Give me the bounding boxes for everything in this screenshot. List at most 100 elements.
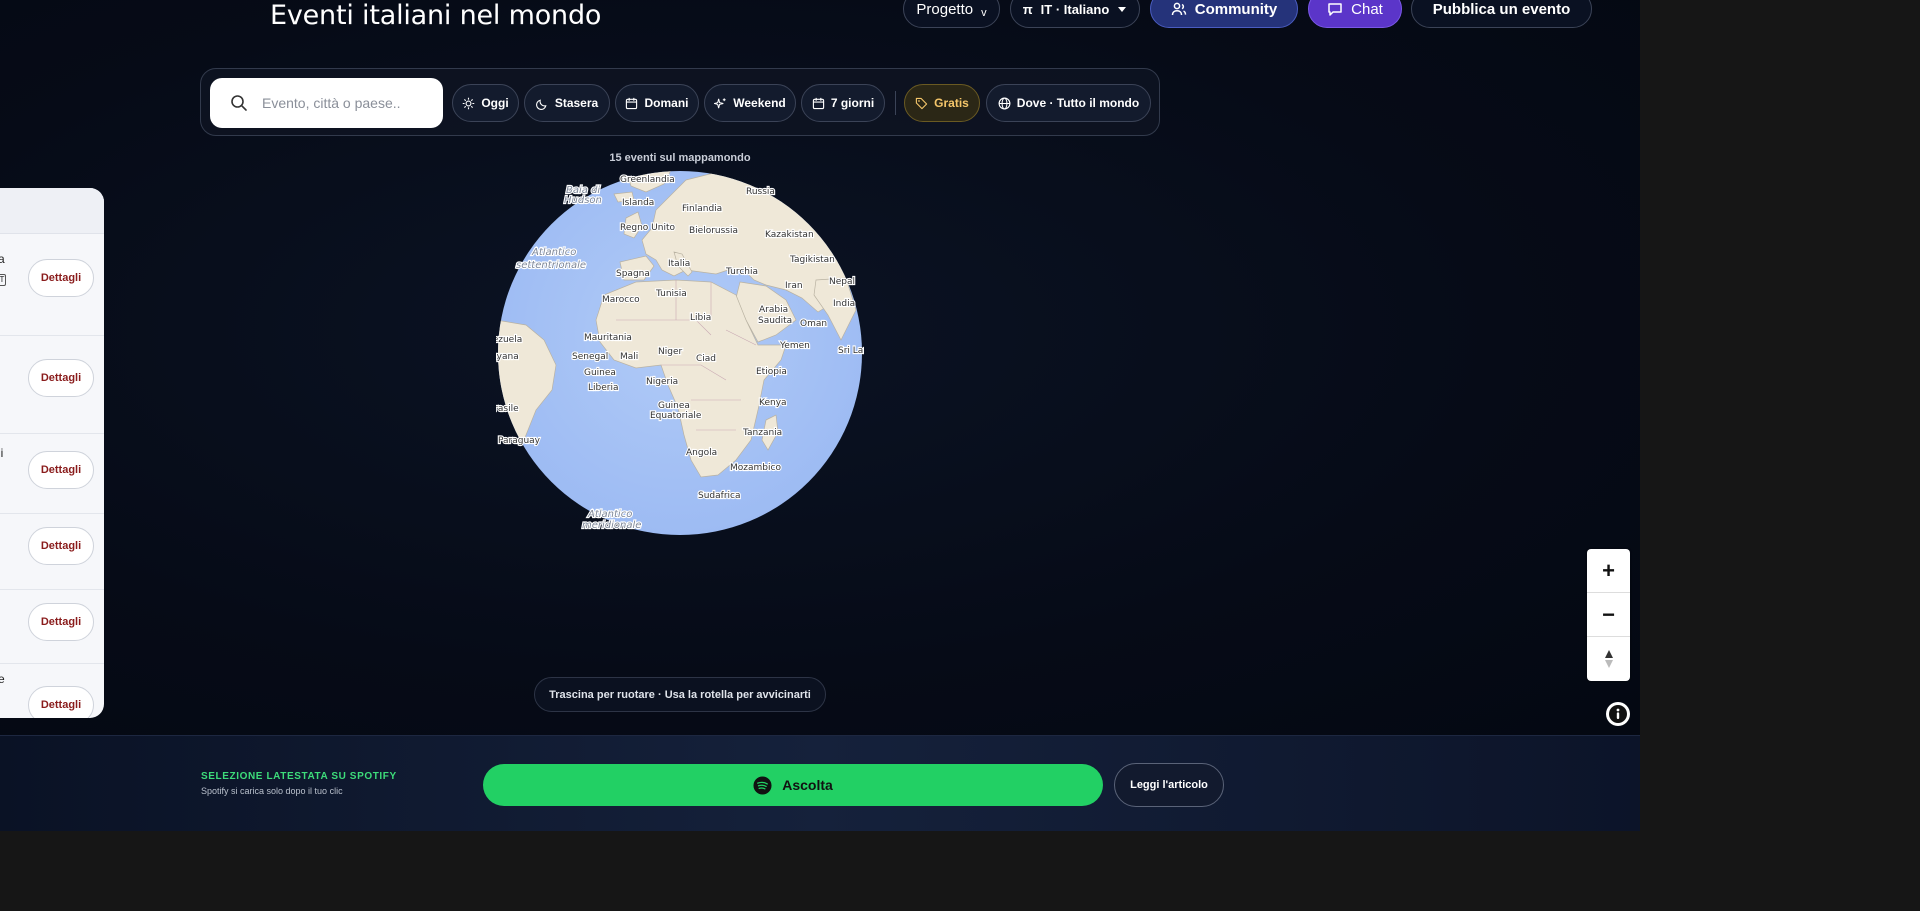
progetto-menu-button[interactable]: Progetto v xyxy=(903,0,1000,28)
svg-text:Niger: Niger xyxy=(658,347,682,357)
chip-stasera[interactable]: Stasera xyxy=(524,84,610,122)
progetto-label: Progetto xyxy=(916,0,974,18)
svg-text:Senegal: Senegal xyxy=(572,352,608,362)
map-stage[interactable]: Eventi italiani nel mondo Progetto v π I… xyxy=(0,0,1640,735)
event-row[interactable]: Dettagli xyxy=(0,514,104,590)
zoom-out-button[interactable]: − xyxy=(1587,593,1630,637)
svg-text:Regno Unito: Regno Unito xyxy=(620,223,675,233)
publish-event-button[interactable]: Pubblica un evento xyxy=(1411,0,1592,28)
event-row[interactable]: e Dettagli xyxy=(0,664,104,718)
search-input[interactable] xyxy=(262,91,432,115)
svg-text:Greenlandia: Greenlandia xyxy=(620,175,675,185)
svg-text:Brasile: Brasile xyxy=(496,404,519,414)
chip-domani[interactable]: Domani xyxy=(615,84,699,122)
zoom-controls: + − xyxy=(1587,549,1630,681)
svg-text:Mali: Mali xyxy=(620,352,638,362)
svg-text:Etiopia: Etiopia xyxy=(756,367,787,377)
svg-text:Saudita: Saudita xyxy=(758,316,792,326)
svg-text:Guinea: Guinea xyxy=(584,368,616,378)
chip-oggi[interactable]: Oggi xyxy=(452,84,519,122)
listen-button[interactable]: Ascolta xyxy=(483,764,1103,806)
svg-text:Ciad: Ciad xyxy=(696,354,716,364)
svg-text:Russia: Russia xyxy=(746,187,775,197)
details-button[interactable]: Dettagli xyxy=(28,359,94,397)
svg-text:Liberia: Liberia xyxy=(588,383,618,393)
globe-map[interactable]: Greenlandia Baia di Hudson Islanda Russi… xyxy=(496,170,864,536)
chip-dove[interactable]: Dove · Tutto il mondo xyxy=(986,84,1151,122)
svg-text:Mauritania: Mauritania xyxy=(584,333,632,343)
svg-text:Turchia: Turchia xyxy=(725,267,758,277)
svg-text:Nepal: Nepal xyxy=(829,277,855,287)
svg-text:meridionale: meridionale xyxy=(582,520,641,531)
svg-text:Iran: Iran xyxy=(785,281,803,291)
compass-icon xyxy=(1604,650,1613,668)
svg-text:Kenya: Kenya xyxy=(759,398,787,408)
chat-label: Chat xyxy=(1351,0,1383,18)
chip-7-giorni-label: 7 giorni xyxy=(830,96,875,110)
svg-text:Guinea: Guinea xyxy=(658,401,690,411)
calendar-icon xyxy=(812,97,824,109)
events-side-panel: a T Dettagli l Dettagli li Dettagli Dett… xyxy=(0,188,104,718)
details-button[interactable]: Dettagli xyxy=(28,603,94,641)
chip-stasera-label: Stasera xyxy=(554,96,599,110)
chip-domani-label: Domani xyxy=(644,96,689,110)
svg-text:Sudafrica: Sudafrica xyxy=(698,491,740,501)
details-button[interactable]: Dettagli xyxy=(28,686,94,718)
calendar-icon xyxy=(626,97,638,109)
chip-gratis-label: Gratis xyxy=(934,96,969,110)
info-button[interactable] xyxy=(1606,702,1630,726)
svg-text:Atlantico: Atlantico xyxy=(587,509,632,520)
listen-label: Ascolta xyxy=(782,777,833,793)
chevron-down-icon: v xyxy=(981,7,987,19)
community-button[interactable]: Community xyxy=(1150,0,1298,28)
zoom-in-button[interactable]: + xyxy=(1587,549,1630,593)
event-row-fragment: a xyxy=(0,252,5,266)
event-row[interactable]: a T Dettagli xyxy=(0,234,104,336)
event-row[interactable]: Dettagli xyxy=(0,590,104,664)
details-button[interactable]: Dettagli xyxy=(28,527,94,565)
compass-button[interactable] xyxy=(1587,637,1630,681)
svg-text:Hudson: Hudson xyxy=(564,195,602,206)
spotify-footer: SELEZIONE LATESTATA SU SPOTIFY Spotify s… xyxy=(0,735,1640,831)
sparkle-icon xyxy=(714,97,726,108)
moon-icon xyxy=(535,99,547,110)
chat-button[interactable]: Chat xyxy=(1308,0,1402,28)
chip-7-giorni[interactable]: 7 giorni xyxy=(801,84,885,122)
search-icon xyxy=(231,95,247,111)
event-row-fragment: li xyxy=(0,446,4,460)
globe-icon xyxy=(998,97,1011,109)
svg-text:Atlantico: Atlantico xyxy=(531,247,576,258)
details-button[interactable]: Dettagli xyxy=(28,259,94,297)
svg-text:Arabia: Arabia xyxy=(759,305,788,315)
chip-weekend[interactable]: Weekend xyxy=(704,84,796,122)
language-selector[interactable]: π IT · Italiano xyxy=(1010,0,1140,28)
chip-weekend-label: Weekend xyxy=(733,96,786,110)
app-window: Eventi italiani nel mondo Progetto v π I… xyxy=(0,0,1640,831)
page-title: Eventi italiani nel mondo xyxy=(270,0,602,31)
community-label: Community xyxy=(1194,0,1278,18)
spotify-title: SELEZIONE LATESTATA SU SPOTIFY xyxy=(201,771,397,782)
chip-gratis[interactable]: Gratis xyxy=(904,84,980,122)
publish-label: Pubblica un evento xyxy=(1432,0,1571,18)
globe-hint: Trascina per ruotare · Usa la rotella pe… xyxy=(534,677,826,712)
svg-text:Yemen: Yemen xyxy=(779,341,810,351)
sun-icon xyxy=(463,97,475,109)
details-button[interactable]: Dettagli xyxy=(28,451,94,489)
event-row[interactable]: l Dettagli xyxy=(0,336,104,434)
chip-oggi-label: Oggi xyxy=(481,96,509,110)
filter-bar: Oggi Stasera Domani Weekend 7 giorni G xyxy=(200,68,1160,136)
spotify-subtitle: Spotify si carica solo dopo il tuo clic xyxy=(201,786,343,796)
svg-text:Nigeria: Nigeria xyxy=(646,377,678,387)
svg-text:Tagikistan: Tagikistan xyxy=(789,255,835,265)
chip-dove-label: Dove · Tutto il mondo xyxy=(1016,96,1140,110)
read-article-button[interactable]: Leggi l'articolo xyxy=(1114,763,1224,807)
svg-text:Marocco: Marocco xyxy=(602,295,640,305)
search-box[interactable] xyxy=(210,78,443,128)
svg-text:Libia: Libia xyxy=(690,313,711,323)
svg-text:Guyana: Guyana xyxy=(496,352,519,362)
svg-text:Italia: Italia xyxy=(668,259,690,269)
svg-text:Venezuela: Venezuela xyxy=(496,335,522,345)
info-icon xyxy=(1609,705,1627,723)
svg-text:Kazakistan: Kazakistan xyxy=(765,230,814,240)
event-row[interactable]: li Dettagli xyxy=(0,434,104,514)
